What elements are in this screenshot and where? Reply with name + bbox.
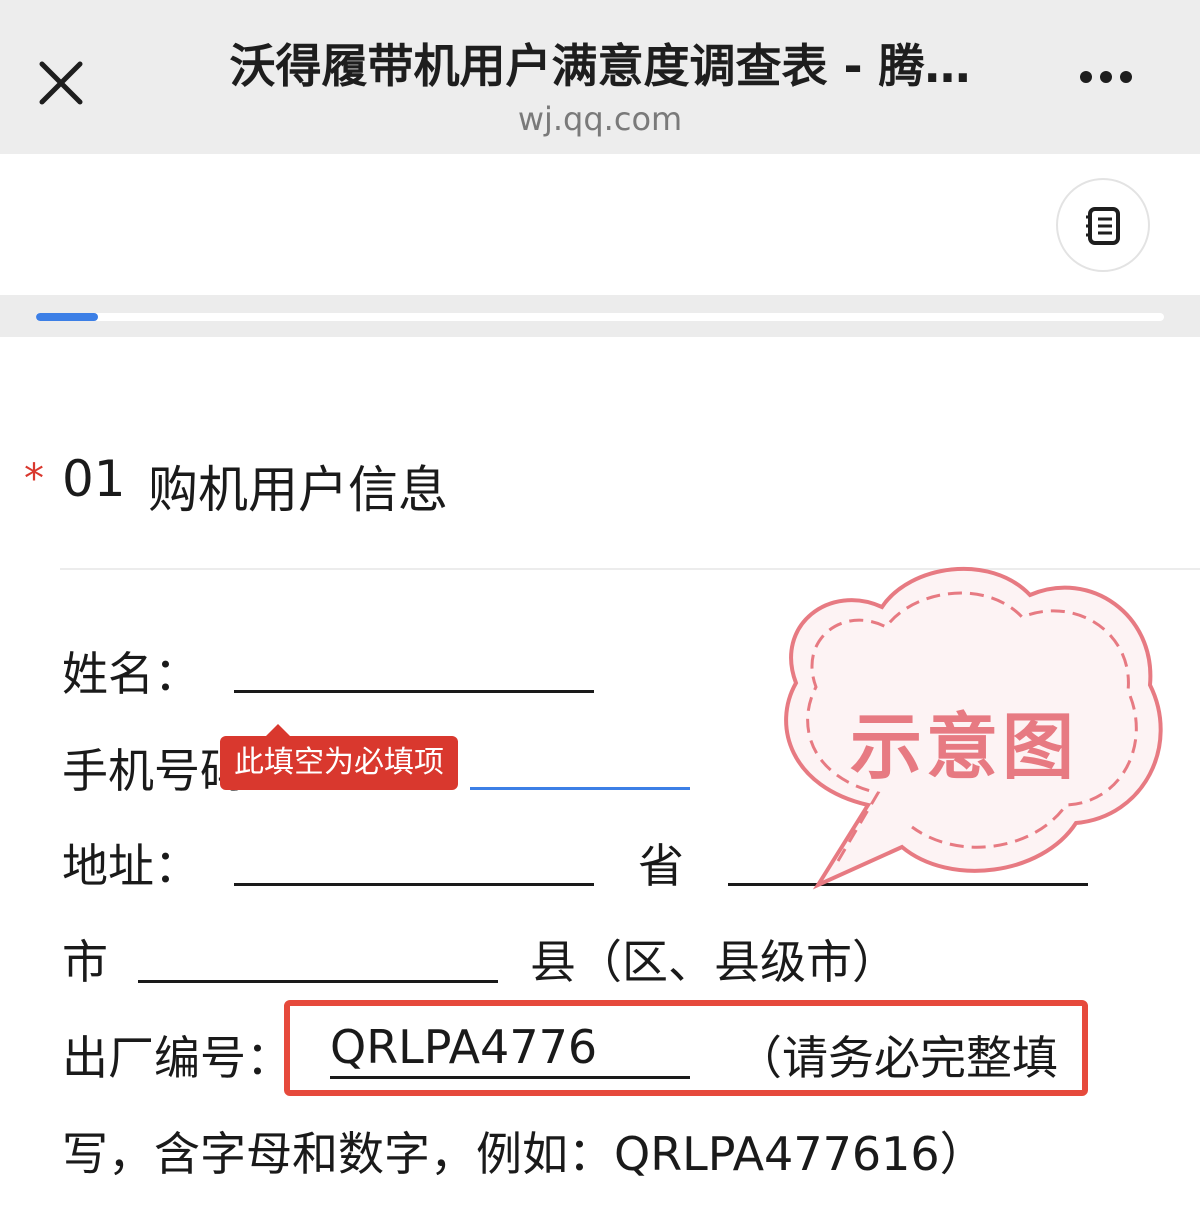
city-label: 市 (62, 935, 108, 989)
more-icon (1080, 68, 1150, 87)
required-mark: * (24, 456, 44, 502)
phone-field[interactable] (470, 787, 690, 790)
stamp-text: 示意图 (850, 705, 1079, 789)
question-number: 01 (62, 450, 126, 508)
catalog-button[interactable] (1056, 178, 1150, 272)
county-label: 县（区、县级市） (530, 935, 898, 989)
phone-label: 手机号码 (62, 744, 246, 798)
province-field[interactable] (234, 883, 594, 886)
serial-value: QRLPA4776 (330, 1020, 598, 1074)
serial-hint: （请务必完整填 (736, 1031, 1058, 1085)
progress-fill (36, 313, 99, 321)
serial-hint-continued: 写，含字母和数字，例如：QRLPA477616） (62, 1127, 986, 1181)
county-field[interactable] (138, 980, 498, 983)
name-field[interactable] (234, 690, 594, 693)
serial-label: 出厂编号： (62, 1031, 292, 1085)
more-button[interactable] (1080, 68, 1150, 94)
province-label: 省 (638, 839, 684, 893)
required-tooltip: 此填空为必填项 (220, 724, 458, 790)
question-title: 购机用户信息 (148, 461, 448, 519)
name-label: 姓名： (62, 647, 200, 701)
address-label: 地址： (62, 839, 200, 893)
page-url: wj.qq.com (517, 100, 683, 138)
page-title: 沃得履带机用户满意度调查表 - 腾… (229, 39, 971, 93)
browser-top-bar: 沃得履带机用户满意度调查表 - 腾… wj.qq.com (0, 0, 1200, 154)
catalog-list-icon (1086, 207, 1120, 245)
progress-area (0, 295, 1200, 337)
progress-bar (36, 313, 1164, 321)
serial-field[interactable] (330, 1076, 690, 1079)
